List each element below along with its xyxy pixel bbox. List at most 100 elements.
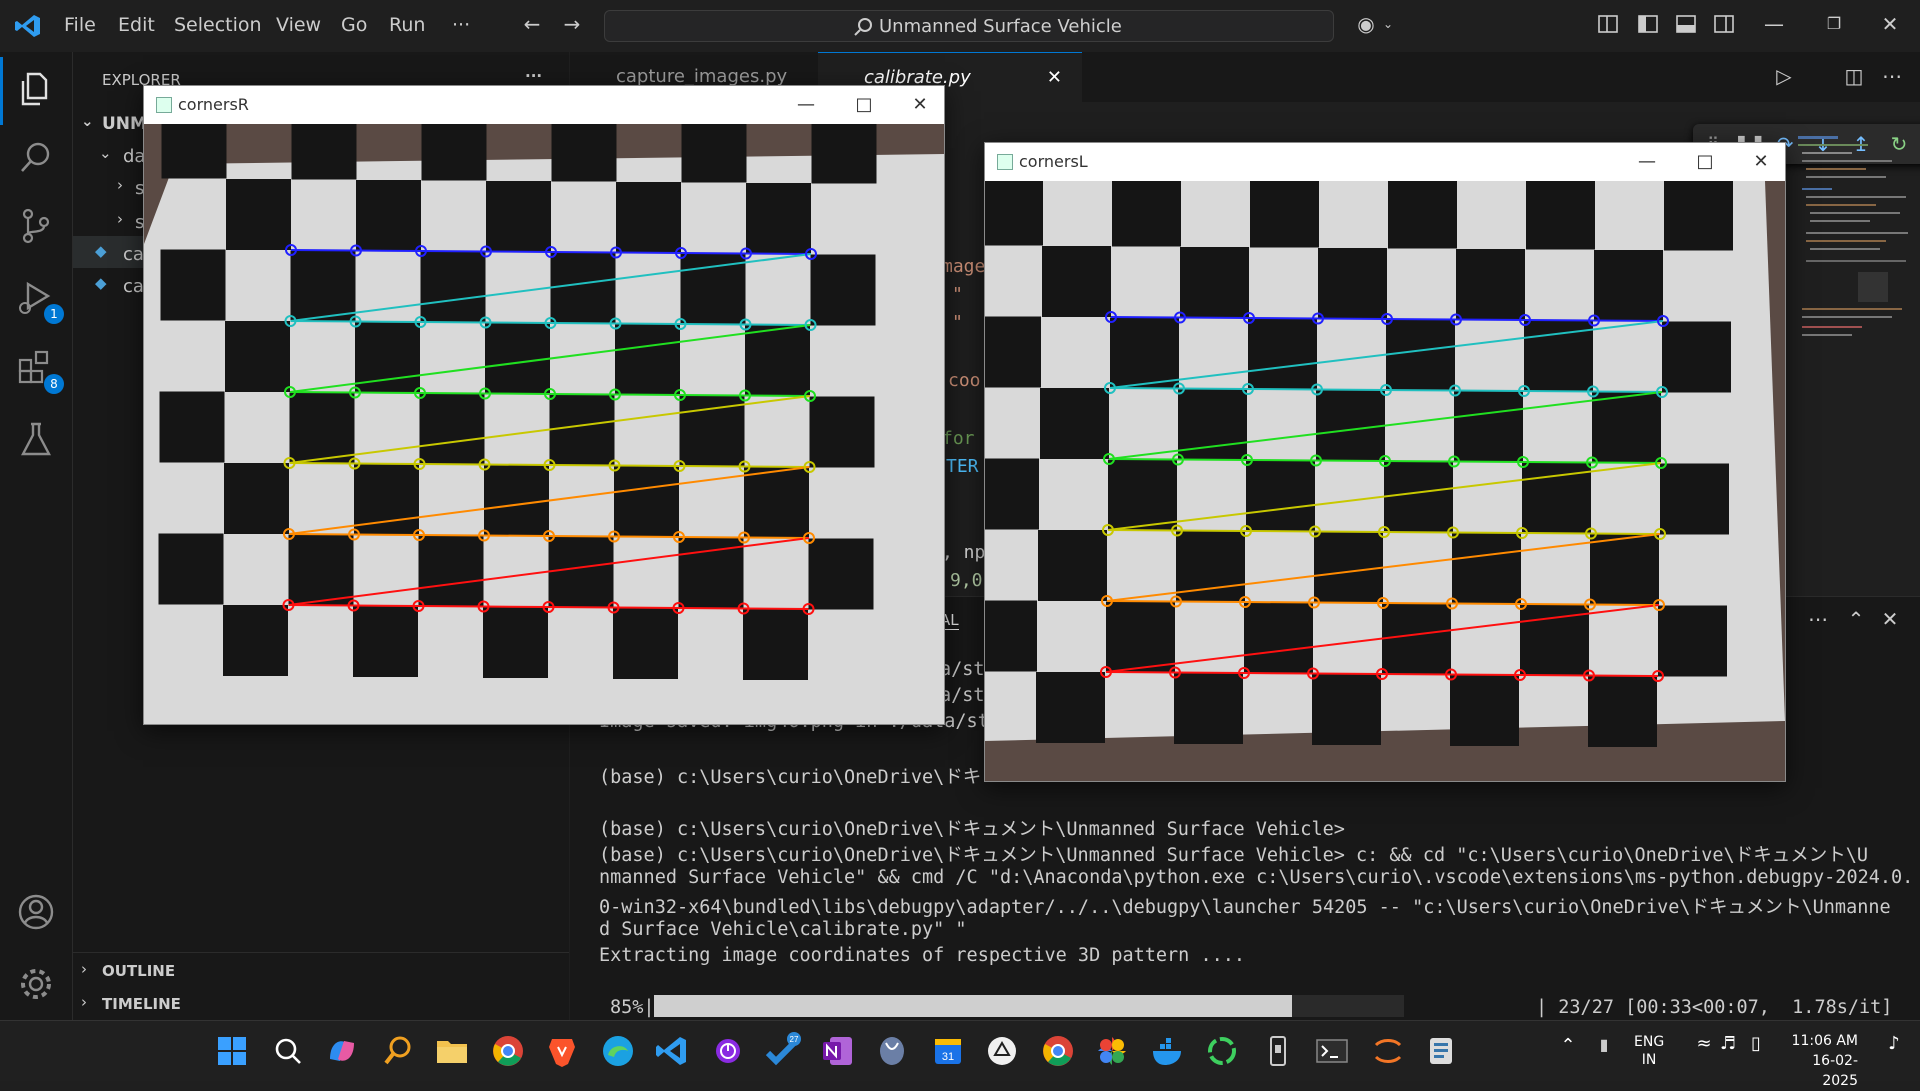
menu-run[interactable]: Run (389, 14, 425, 36)
notification-bell-icon[interactable]: ♪ (1874, 1033, 1914, 1073)
close-tab-icon[interactable]: ✕ (1047, 53, 1062, 103)
corner-link (1590, 532, 1661, 535)
run-file-icon[interactable]: ▷ (1772, 64, 1796, 88)
search-icon[interactable] (268, 1031, 308, 1071)
account-icon[interactable] (14, 890, 58, 934)
menu-view[interactable]: View (276, 14, 321, 36)
run-debug-button[interactable]: 1 (14, 276, 64, 324)
menu-file[interactable]: File (64, 14, 96, 36)
jupyter-icon[interactable] (1368, 1031, 1408, 1071)
maximize-icon[interactable]: □ (1689, 147, 1721, 177)
testing-icon[interactable] (14, 418, 58, 462)
editor-more-icon[interactable]: ⋯ (1880, 64, 1904, 88)
code-fragment: 9,0 (950, 570, 983, 591)
maximize-icon[interactable]: □ (848, 90, 880, 120)
source-control-icon[interactable] (14, 204, 58, 248)
workspace-root[interactable]: UNM (102, 114, 147, 134)
corner-link (1246, 459, 1317, 462)
minimize-icon[interactable]: — (1762, 12, 1786, 36)
chevron-right-icon[interactable]: › (117, 176, 123, 194)
close-panel-icon[interactable]: ✕ (1878, 607, 1902, 631)
chrome-icon[interactable] (1038, 1031, 1078, 1071)
extensions-button[interactable]: 8 (14, 346, 64, 394)
onenote-icon[interactable] (818, 1031, 858, 1071)
close-icon[interactable]: ✕ (1878, 12, 1902, 36)
window-titlebar[interactable]: cornersR — □ ✕ (144, 86, 944, 124)
outline-section[interactable]: OUTLINE (102, 962, 175, 980)
restore-icon[interactable]: ❐ (1822, 12, 1846, 36)
checker-square (419, 393, 485, 465)
search-app-icon[interactable] (378, 1031, 418, 1071)
battery-icon[interactable]: ▯ (1736, 1033, 1776, 1073)
file-1[interactable]: ca (123, 244, 144, 265)
chevron-down-icon[interactable]: ⌄ (1376, 12, 1400, 36)
chevron-down-icon[interactable]: ⌄ (99, 144, 112, 162)
menu-more[interactable]: ··· (452, 14, 470, 36)
minimize-icon[interactable]: — (1631, 147, 1663, 177)
menu-selection[interactable]: Selection (174, 14, 262, 36)
command-center-search[interactable]: Unmanned Surface Vehicle (604, 10, 1334, 42)
photos-icon[interactable] (1092, 1031, 1132, 1071)
python-app-icon[interactable] (1422, 1031, 1462, 1071)
cornersL-window[interactable]: cornersL — □ ✕ (984, 142, 1786, 782)
vscode-icon[interactable] (652, 1031, 692, 1071)
minimize-icon[interactable]: — (790, 90, 822, 120)
toggle-secondary-sidebar-icon[interactable] (1712, 12, 1736, 36)
corner-link (418, 534, 485, 537)
maximize-panel-icon[interactable]: ⌃ (1844, 607, 1868, 631)
edge-icon[interactable] (598, 1031, 638, 1071)
corner-link (1453, 460, 1524, 463)
customize-layout-icon[interactable] (1596, 12, 1620, 36)
chevron-right-icon[interactable]: › (117, 210, 123, 228)
sync-app-icon[interactable] (1202, 1031, 1242, 1071)
menu-edit[interactable]: Edit (118, 14, 155, 36)
file-2[interactable]: ca (123, 276, 144, 297)
brave-icon[interactable] (542, 1031, 582, 1071)
python-file-icon: ◆ (95, 274, 107, 292)
corner-link (354, 391, 421, 394)
gear-icon[interactable] (14, 962, 58, 1006)
checker-square (1246, 460, 1315, 532)
panel-more-icon[interactable]: ⋯ (1806, 607, 1830, 631)
explorer-more-button[interactable]: ··· (525, 67, 542, 85)
checker-square (1110, 317, 1179, 389)
code-fragment: for (942, 428, 975, 449)
chevron-right-icon[interactable]: › (81, 993, 87, 1011)
todo-icon[interactable]: 27 (762, 1031, 802, 1071)
terminal-icon[interactable] (1312, 1031, 1352, 1071)
file-explorer-icon[interactable] (432, 1031, 472, 1071)
copilot-icon[interactable] (322, 1031, 362, 1071)
checker-square (550, 252, 616, 324)
calendar-icon[interactable]: 31 (928, 1031, 968, 1071)
split-editor-icon[interactable]: ◫ (1842, 64, 1866, 88)
window-titlebar[interactable]: cornersL — □ ✕ (985, 143, 1785, 181)
explorer-icon[interactable] (14, 68, 58, 112)
menu-go[interactable]: Go (341, 14, 367, 36)
chrome-icon[interactable] (488, 1031, 528, 1071)
toggle-sidebar-icon[interactable] (1636, 12, 1660, 36)
checker-square (616, 182, 681, 253)
toggle-panel-icon[interactable] (1674, 12, 1698, 36)
chevron-right-icon[interactable]: › (81, 960, 87, 978)
timeline-section[interactable]: TIMELINE (102, 995, 181, 1013)
close-icon[interactable]: ✕ (904, 90, 936, 120)
forward-arrow-icon[interactable]: → (560, 12, 584, 36)
docker-icon[interactable] (1148, 1031, 1188, 1071)
database-icon[interactable] (872, 1031, 912, 1071)
close-icon[interactable]: ✕ (1745, 147, 1777, 177)
copilot-icon[interactable]: ◉ (1354, 12, 1378, 36)
timer-app-icon[interactable] (708, 1031, 748, 1071)
windows-start-icon[interactable] (212, 1031, 252, 1071)
chevron-down-icon[interactable]: ⌄ (81, 112, 94, 130)
usb-icon[interactable]: ▮ (1584, 1035, 1624, 1075)
checker-square (1658, 605, 1727, 677)
cornersR-window[interactable]: cornersR — □ ✕ (143, 85, 945, 725)
minimap[interactable] (1798, 136, 1910, 356)
search-icon[interactable] (14, 136, 58, 180)
language-indicator[interactable]: ENG IN (1634, 1033, 1664, 1069)
chevron-up-icon[interactable]: ⌃ (1548, 1035, 1588, 1075)
device-icon[interactable] (1258, 1031, 1298, 1071)
clock[interactable]: 11:06 AM 16-02-2025 (1790, 1031, 1858, 1091)
chatgpt-icon[interactable] (982, 1031, 1022, 1071)
back-arrow-icon[interactable]: ← (520, 12, 544, 36)
